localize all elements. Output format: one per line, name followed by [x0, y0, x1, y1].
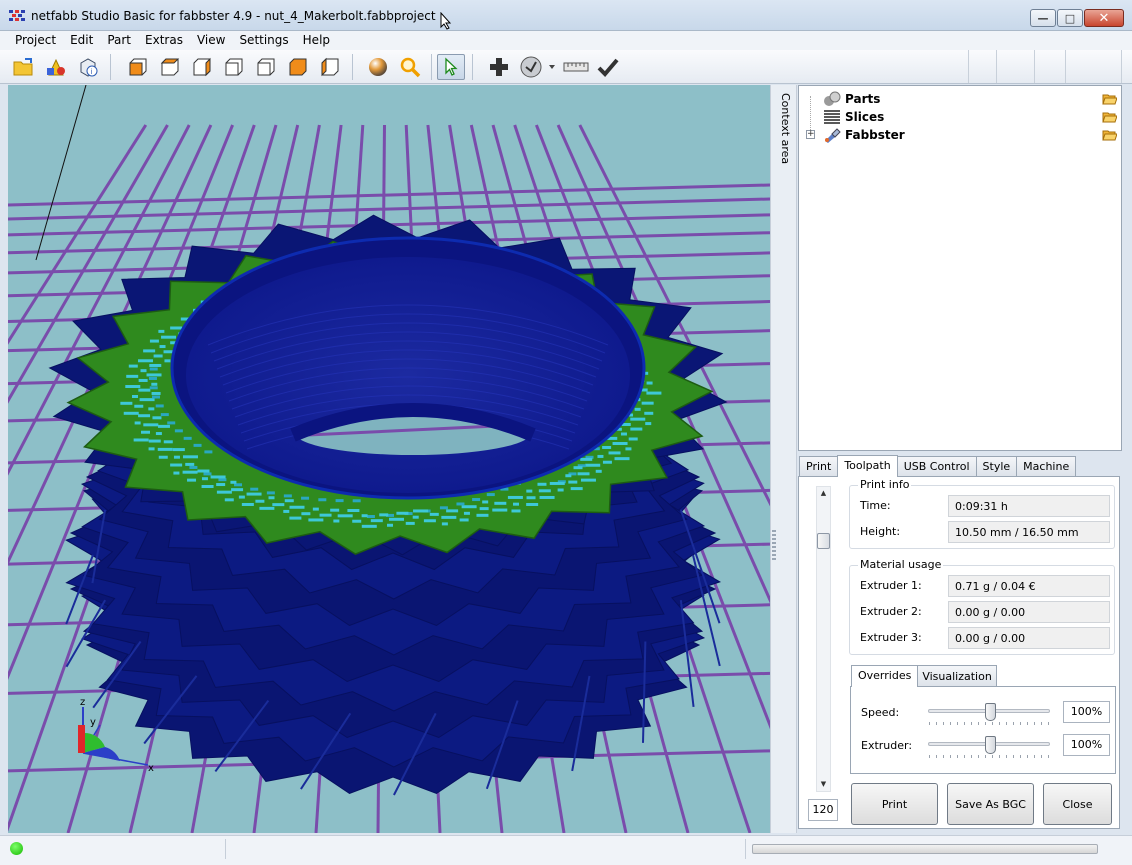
- select-arrow-icon[interactable]: [437, 54, 465, 80]
- mouse-cursor-icon: [440, 12, 452, 30]
- material-usage-group: Material usage Extruder 1: 0.71 g / 0.04…: [849, 558, 1115, 655]
- context-area-splitter[interactable]: Context area: [770, 85, 797, 833]
- tab-usb-control[interactable]: USB Control: [896, 456, 977, 476]
- overrides-box: Speed: 100% Extruder: 100%: [850, 686, 1116, 774]
- extruder-2-value: 0.00 g / 0.00: [948, 601, 1110, 623]
- extruder-3-label: Extruder 3:: [860, 631, 922, 644]
- 3d-viewport[interactable]: z y x: [8, 85, 770, 833]
- toolpath-scene: z y x: [8, 85, 770, 833]
- measure-icon[interactable]: [563, 55, 589, 79]
- extruder-slider[interactable]: [928, 736, 1051, 758]
- tab-toolpath[interactable]: Toolpath: [837, 455, 898, 477]
- tree-item-slices[interactable]: Slices: [809, 108, 1119, 126]
- extruder-slider-knob[interactable]: [985, 736, 996, 754]
- extruder-value[interactable]: 100%: [1063, 734, 1110, 756]
- axis-z-label: z: [80, 697, 85, 708]
- context-area-label: Context area: [779, 93, 792, 165]
- settings-tabs: Print Toolpath USB Control Style Machine: [799, 455, 1077, 477]
- layer-scrollbar[interactable]: ▲ ▼: [816, 486, 831, 792]
- view-back-icon[interactable]: [158, 55, 182, 79]
- scroll-up-arrow-icon[interactable]: ▲: [817, 487, 830, 500]
- menu-bar: Project Edit Part Extras View Settings H…: [0, 31, 1132, 50]
- toolbar: i: [0, 50, 1132, 84]
- axis-x-label: x: [148, 763, 154, 774]
- view-left-icon[interactable]: [190, 55, 214, 79]
- speed-label: Speed:: [861, 706, 900, 719]
- speed-value[interactable]: 100%: [1063, 701, 1110, 723]
- progress-bar: [752, 844, 1098, 854]
- extruder-1-value: 0.71 g / 0.04 €: [948, 575, 1110, 597]
- print-button[interactable]: Print: [851, 783, 938, 825]
- tab-overrides[interactable]: Overrides: [851, 665, 919, 687]
- menu-view[interactable]: View: [190, 31, 232, 50]
- nut-bore: [170, 236, 646, 500]
- close-button[interactable]: Close: [1043, 783, 1112, 825]
- tree-item-parts[interactable]: Parts: [809, 90, 1119, 108]
- height-label: Height:: [860, 525, 901, 538]
- material-usage-title: Material usage: [858, 558, 944, 571]
- view-front-icon[interactable]: [126, 55, 150, 79]
- repair-icon[interactable]: [519, 55, 557, 79]
- zoom-icon[interactable]: [398, 55, 422, 79]
- status-indicator-icon: [10, 842, 23, 855]
- extruder-1-label: Extruder 1:: [860, 579, 922, 592]
- print-info-title: Print info: [858, 478, 912, 491]
- netfabb-logo-icon: [9, 10, 25, 21]
- render-sphere-icon[interactable]: [366, 55, 390, 79]
- close-window-button[interactable]: ✕: [1084, 9, 1124, 27]
- status-bar: [0, 835, 1132, 865]
- fabbster-icon: [825, 128, 841, 143]
- layer-number[interactable]: 120: [808, 799, 838, 821]
- slices-icon: [824, 110, 840, 124]
- splitter-grip[interactable]: [772, 530, 776, 560]
- print-info-group: Print info Time: 0:09:31 h Height: 10.50…: [849, 478, 1115, 549]
- add-icon[interactable]: [487, 55, 511, 79]
- expand-toggle[interactable]: +: [806, 130, 815, 139]
- tree-item-fabbster[interactable]: + Fabbster: [806, 126, 1119, 144]
- overrides-tabs: Overrides Visualization: [851, 665, 997, 687]
- menu-settings[interactable]: Settings: [232, 31, 295, 50]
- view-perspective-icon[interactable]: [318, 55, 342, 79]
- extruder-2-label: Extruder 2:: [860, 605, 922, 618]
- height-value: 10.50 mm / 16.50 mm: [948, 521, 1110, 543]
- extruder-3-value: 0.00 g / 0.00: [948, 627, 1110, 649]
- view-top-icon[interactable]: [254, 55, 278, 79]
- menu-part[interactable]: Part: [100, 31, 138, 50]
- open-project-icon[interactable]: [12, 55, 36, 79]
- view-right-icon[interactable]: [222, 55, 246, 79]
- svg-text:i: i: [91, 68, 93, 76]
- project-tree: Parts Slices + Fabbster: [798, 85, 1122, 451]
- menu-extras[interactable]: Extras: [138, 31, 190, 50]
- save-as-bgc-button[interactable]: Save As BGC: [947, 783, 1034, 825]
- minimize-button[interactable]: —: [1030, 9, 1056, 27]
- time-label: Time:: [860, 499, 891, 512]
- folder-open-icon[interactable]: [1102, 111, 1117, 123]
- extruder-override-label: Extruder:: [861, 739, 913, 752]
- menu-edit[interactable]: Edit: [63, 31, 100, 50]
- axis-y-label: y: [90, 717, 96, 728]
- view-bottom-icon[interactable]: [286, 55, 310, 79]
- tab-visualization[interactable]: Visualization: [917, 665, 997, 686]
- folder-open-icon[interactable]: [1102, 93, 1117, 105]
- scroll-down-arrow-icon[interactable]: ▼: [817, 778, 830, 791]
- tab-style[interactable]: Style: [975, 456, 1018, 476]
- time-value: 0:09:31 h: [948, 495, 1110, 517]
- tab-machine[interactable]: Machine: [1016, 456, 1077, 476]
- menu-help[interactable]: Help: [296, 31, 337, 50]
- speed-slider-knob[interactable]: [985, 703, 996, 721]
- add-part-icon[interactable]: [44, 55, 68, 79]
- menu-project[interactable]: Project: [8, 31, 63, 50]
- speed-slider[interactable]: [928, 703, 1051, 725]
- part-info-icon[interactable]: i: [77, 55, 101, 79]
- folder-open-icon[interactable]: [1102, 129, 1117, 141]
- window-title: netfabb Studio Basic for fabbster 4.9 - …: [31, 9, 436, 23]
- parts-icon: [824, 91, 841, 106]
- tab-print[interactable]: Print: [799, 456, 839, 476]
- toolpath-panel: ▲ ▼ 120 Print info Time: 0:09:31 h Heigh…: [798, 476, 1120, 829]
- checkmark-icon[interactable]: [596, 55, 620, 79]
- layer-scroll-thumb[interactable]: [817, 533, 830, 549]
- maximize-button[interactable]: □: [1057, 9, 1083, 27]
- title-bar: netfabb Studio Basic for fabbster 4.9 - …: [0, 0, 1132, 31]
